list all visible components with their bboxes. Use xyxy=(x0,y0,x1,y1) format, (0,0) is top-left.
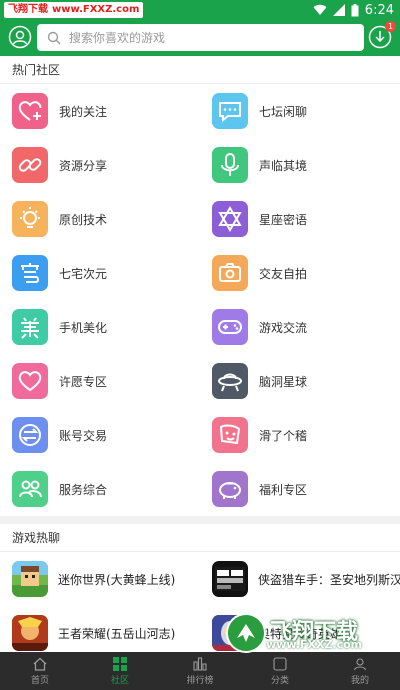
tab-mine[interactable]: 我的 xyxy=(320,652,400,690)
community-item[interactable]: 手机美化 xyxy=(0,300,200,354)
game-label: 迷你世界(大黄蜂上线) xyxy=(58,572,176,587)
game-item-mini-world[interactable]: 迷你世界(大黄蜂上线) xyxy=(0,552,200,606)
tab-label: 社区 xyxy=(110,675,129,686)
community-item-label: 福利专区 xyxy=(259,482,308,497)
tab-label: 我的 xyxy=(350,675,369,686)
community-item[interactable]: 滑了个稽 xyxy=(200,408,400,462)
gta-icon xyxy=(212,561,248,597)
otaku-icon xyxy=(12,255,48,291)
search-icon xyxy=(47,31,61,44)
search-input[interactable]: 搜索你喜欢的游戏 xyxy=(37,24,364,51)
community-item-label: 星座密语 xyxy=(259,212,308,227)
hot-community-title: 热门社区 xyxy=(0,56,400,84)
community-item[interactable]: 七宅次元 xyxy=(0,246,200,300)
category-icon xyxy=(273,656,287,671)
community-item-label: 资源分享 xyxy=(59,158,108,173)
people-icon xyxy=(12,471,48,507)
community-item-label: 脑洞星球 xyxy=(259,374,308,389)
lightbulb-icon xyxy=(12,201,48,237)
brand-watermark: 飞翔下载 www.FXXZ.com xyxy=(4,2,144,18)
community-item[interactable]: 星座密语 xyxy=(200,192,400,246)
camera-icon xyxy=(212,255,248,291)
game-label: 王者荣耀(五岳山河志) xyxy=(58,626,176,641)
search-placeholder: 搜索你喜欢的游戏 xyxy=(69,31,166,45)
exchange-icon xyxy=(12,417,48,453)
community-item[interactable]: 交友自拍 xyxy=(200,246,400,300)
community-item[interactable]: 七坛闲聊 xyxy=(200,84,400,138)
signal-icon xyxy=(332,4,345,16)
community-item-label: 账号交易 xyxy=(59,428,108,443)
profile-icon xyxy=(353,657,367,670)
user-icon xyxy=(8,25,32,49)
community-item-label: 声临其境 xyxy=(259,158,308,173)
brand-url: www.FXXZ.com xyxy=(52,4,140,15)
grid-icon xyxy=(113,656,127,671)
community-item[interactable]: 游戏交流 xyxy=(200,300,400,354)
star-of-david-icon xyxy=(212,201,248,237)
watermark-overlay: 飞翔下载 www.FXXZ.com xyxy=(226,610,394,656)
chat-bubble-icon xyxy=(212,93,248,129)
wifi-icon xyxy=(313,4,327,16)
community-item[interactable]: 我的关注 xyxy=(0,84,200,138)
community-item-label: 手机美化 xyxy=(59,320,108,335)
community-item[interactable]: 资源分享 xyxy=(0,138,200,192)
game-label: 侠盗猎车手：圣安地列斯汉 xyxy=(258,572,400,587)
community-item-label: 滑了个稽 xyxy=(259,428,308,443)
tab-label: 排行榜 xyxy=(186,675,214,686)
user-profile-button[interactable] xyxy=(8,25,32,49)
community-item-label: 七宅次元 xyxy=(59,266,108,281)
game-chat-title: 游戏热聊 xyxy=(0,524,400,552)
section-divider xyxy=(0,516,400,524)
funny-face-icon xyxy=(212,417,248,453)
community-item-label: 我的关注 xyxy=(59,104,108,119)
community-item[interactable]: 福利专区 xyxy=(200,462,400,516)
mini-world-icon xyxy=(12,561,48,597)
heart-outline-icon xyxy=(12,363,48,399)
community-item-label: 游戏交流 xyxy=(259,320,308,335)
community-item-label: 交友自拍 xyxy=(259,266,308,281)
top-bar: 搜索你喜欢的游戏 1 xyxy=(0,20,400,56)
community-grid: 我的关注 七坛闲聊资源分享 声临其境原创技术 星座密语七宅次元 交友自拍手机美化 游戏交流… xyxy=(0,84,400,516)
link-icon xyxy=(12,147,48,183)
tab-category[interactable]: 分类 xyxy=(240,652,320,690)
clock: 6:24 xyxy=(364,2,394,18)
tab-community[interactable]: 社区 xyxy=(80,652,160,690)
community-item[interactable]: 账号交易 xyxy=(0,408,200,462)
tab-label: 首页 xyxy=(30,675,49,686)
community-item-label: 七坛闲聊 xyxy=(259,104,308,119)
community-item[interactable]: 原创技术 xyxy=(0,192,200,246)
download-count-badge: 1 xyxy=(385,21,396,32)
watermark-logo-icon xyxy=(226,613,266,653)
gamepad-icon xyxy=(212,309,248,345)
community-item[interactable]: 声临其境 xyxy=(200,138,400,192)
bottom-tab-bar: 首页 社区 排行榜 分类 我的 xyxy=(0,652,400,690)
tab-ranking[interactable]: 排行榜 xyxy=(160,652,240,690)
community-item-label: 原创技术 xyxy=(59,212,108,227)
community-item-label: 许愿专区 xyxy=(59,374,108,389)
community-item-label: 服务综合 xyxy=(59,482,108,497)
status-bar: 飞翔下载 www.FXXZ.com 6:24 xyxy=(0,0,400,20)
microphone-icon xyxy=(212,147,248,183)
battery-icon xyxy=(351,3,359,17)
community-item[interactable]: 许愿专区 xyxy=(0,354,200,408)
community-item[interactable]: 脑洞星球 xyxy=(200,354,400,408)
brand-name: 飞翔下载 xyxy=(8,4,48,15)
beautify-icon xyxy=(12,309,48,345)
tab-label: 分类 xyxy=(270,675,289,686)
tab-home[interactable]: 首页 xyxy=(0,652,80,690)
honor-of-kings-icon xyxy=(12,615,48,651)
community-item[interactable]: 服务综合 xyxy=(0,462,200,516)
heart-plus-icon xyxy=(12,93,48,129)
watermark-url: www.FXXZ.com xyxy=(266,638,363,651)
ranking-icon xyxy=(193,656,207,671)
piggy-bank-icon xyxy=(212,471,248,507)
ufo-icon xyxy=(212,363,248,399)
home-icon xyxy=(33,657,47,671)
game-item-gta[interactable]: 侠盗猎车手：圣安地列斯汉 xyxy=(200,552,400,606)
